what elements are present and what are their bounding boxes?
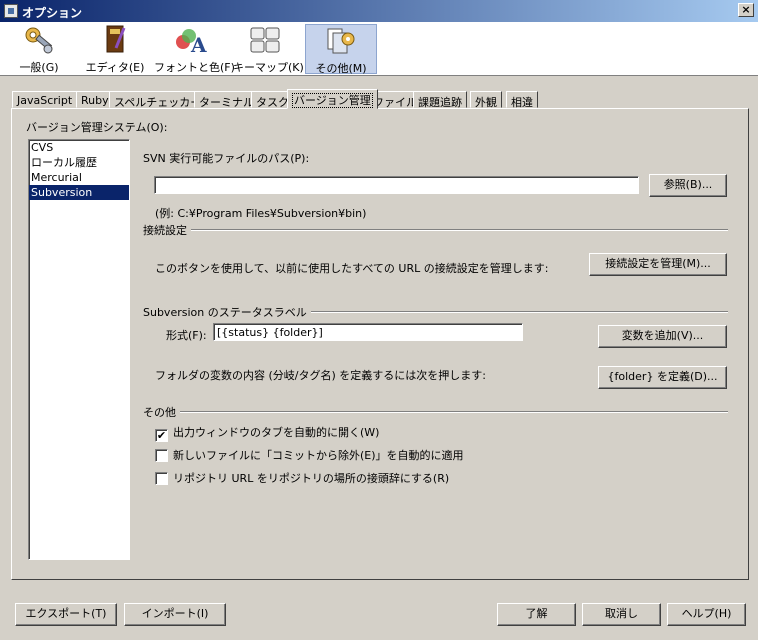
browse-button[interactable]: 参照(B)... <box>649 174 727 197</box>
svn-path-example: (例: C:¥Program Files¥Subversion¥bin) <box>155 207 367 220</box>
section-divider <box>143 411 728 413</box>
status-label-section-header: Subversion のステータスラベル <box>143 304 728 320</box>
format-input[interactable]: [{status} {folder}] <box>213 323 523 341</box>
tab-label: バージョン管理 <box>292 93 373 108</box>
connection-description: このボタンを使用して、以前に使用したすべての URL の接続設定を管理します: <box>155 262 549 275</box>
tab-appearance[interactable]: 外観 <box>470 91 502 109</box>
app-icon <box>4 4 18 18</box>
keyboard-icon <box>248 24 282 56</box>
window-title: オプション <box>22 6 83 20</box>
misc-icon <box>324 25 358 57</box>
editor-book-icon <box>98 24 132 56</box>
format-label: 形式(F): <box>166 329 207 342</box>
cancel-button[interactable]: 取消し <box>582 603 661 626</box>
ok-button[interactable]: 了解 <box>497 603 576 626</box>
connection-section-header: 接続設定 <box>143 222 728 238</box>
tab-version-control[interactable]: バージョン管理 <box>287 89 378 109</box>
checkbox-label: リポジトリ URL をリポジトリの場所の接頭辞にする(R) <box>173 472 450 485</box>
checkbox-label: 新しいファイルに「コミットから除外(E)」を自動的に適用 <box>173 449 464 462</box>
checkbox-unchecked-icon[interactable] <box>155 449 168 462</box>
section-title: その他 <box>143 404 180 420</box>
category-general[interactable]: 一般(G) <box>8 24 70 74</box>
help-button[interactable]: ヘルプ(H) <box>667 603 746 626</box>
define-folder-button[interactable]: {folder} を定義(D)... <box>598 366 727 389</box>
tab-ruby[interactable]: Ruby <box>76 91 114 108</box>
repo-url-prefix-checkbox[interactable]: リポジトリ URL をリポジトリの場所の接頭辞にする(R) <box>155 470 449 486</box>
checkbox-label: 出力ウィンドウのタブを自動的に開く(W) <box>173 426 380 439</box>
category-editor[interactable]: エディタ(E) <box>84 24 146 74</box>
category-label: 一般(G) <box>19 61 59 74</box>
category-fonts-colors[interactable]: A フォントと色(F) <box>154 24 235 74</box>
category-label: その他(M) <box>315 62 367 75</box>
export-button[interactable]: エクスポート(T) <box>15 603 117 626</box>
svn-path-label: SVN 実行可能ファイルのパス(P): <box>143 152 310 165</box>
import-button[interactable]: インポート(I) <box>124 603 226 626</box>
category-label: フォントと色(F) <box>154 61 235 74</box>
auto-open-output-checkbox[interactable]: ✔ 出力ウィンドウのタブを自動的に開く(W) <box>155 424 379 442</box>
tab-diff[interactable]: 相違 <box>506 91 538 109</box>
tab-issue-tracking[interactable]: 課題追跡 <box>413 91 467 109</box>
category-bar: 一般(G) エディタ(E) A フォントと色(F) キーマップ(K) その他(M… <box>0 22 758 76</box>
tab-terminal[interactable]: ターミナル <box>194 91 259 109</box>
title-bar: オプション × <box>0 0 758 22</box>
close-button[interactable]: × <box>738 3 754 17</box>
tab-spellchecker[interactable]: スペルチェッカー <box>109 91 207 109</box>
font-color-icon: A <box>173 24 207 57</box>
checkbox-checked-icon[interactable]: ✔ <box>155 429 168 442</box>
section-title: Subversion のステータスラベル <box>143 304 311 320</box>
checkbox-unchecked-icon[interactable] <box>155 472 168 485</box>
vcs-system-label: バージョン管理システム(O): <box>26 121 168 134</box>
category-misc[interactable]: その他(M) <box>305 24 377 75</box>
folder-variable-description: フォルダの変数の内容 (分岐/タグ名) を定義するには次を押します: <box>155 369 486 382</box>
category-label: キーマップ(K) <box>233 61 304 74</box>
category-keymap[interactable]: キーマップ(K) <box>233 24 304 74</box>
category-label: エディタ(E) <box>85 61 145 74</box>
svn-path-input[interactable] <box>154 176 639 194</box>
vcs-system-list[interactable]: CVS ローカル履歴 Mercurial Subversion <box>28 139 130 560</box>
section-title: 接続設定 <box>143 222 191 238</box>
tab-javascript[interactable]: JavaScript <box>12 91 78 108</box>
wrench-gear-icon <box>22 24 56 56</box>
list-item[interactable]: Mercurial <box>29 170 129 185</box>
manage-connections-button[interactable]: 接続設定を管理(M)... <box>589 253 727 276</box>
list-item-selected[interactable]: Subversion <box>29 185 129 200</box>
svg-text:A: A <box>190 33 207 56</box>
list-item[interactable]: CVS <box>29 140 129 155</box>
section-divider <box>143 229 728 231</box>
auto-exclude-commit-checkbox[interactable]: 新しいファイルに「コミットから除外(E)」を自動的に適用 <box>155 447 464 463</box>
list-item[interactable]: ローカル履歴 <box>29 155 129 170</box>
other-section-header: その他 <box>143 404 728 420</box>
add-variable-button[interactable]: 変数を追加(V)... <box>598 325 727 348</box>
